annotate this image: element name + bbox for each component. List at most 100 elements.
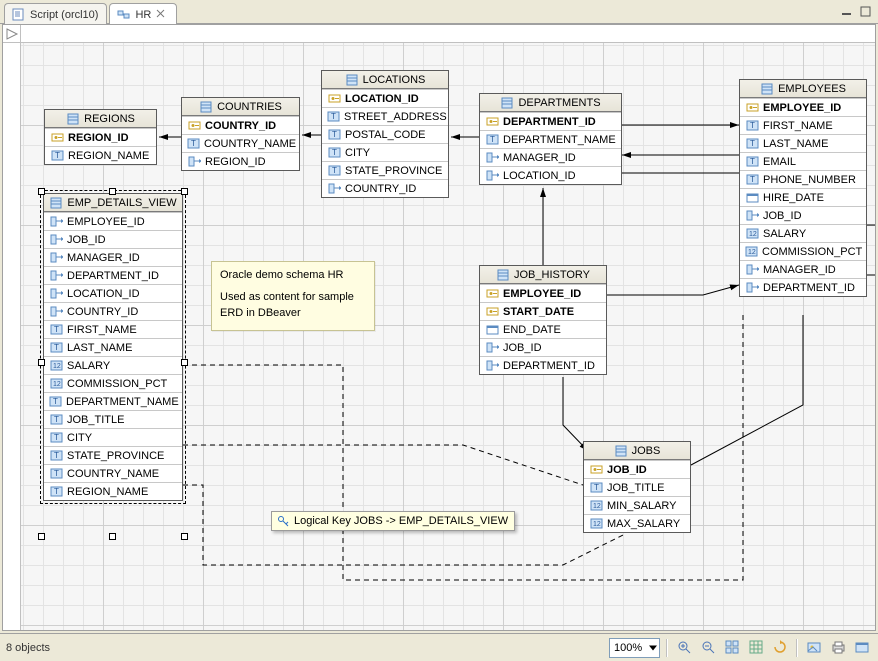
- resize-handle[interactable]: [181, 533, 188, 540]
- entity-countries[interactable]: COUNTRIES COUNTRY_IDTCOUNTRY_NAMEREGION_I…: [181, 97, 300, 171]
- column-name: JOB_ID: [67, 234, 106, 246]
- column-row[interactable]: TSTREET_ADDRESS: [322, 107, 448, 125]
- column-row[interactable]: JOB_ID: [740, 206, 866, 224]
- column-row[interactable]: LOCATION_ID: [480, 166, 621, 184]
- column-row[interactable]: EMPLOYEE_ID: [740, 98, 866, 116]
- column-row[interactable]: 12SALARY: [44, 356, 182, 374]
- entity-jobs[interactable]: JOBSJOB_IDTJOB_TITLE12MIN_SALARY12MAX_SA…: [583, 441, 691, 533]
- column-row[interactable]: HIRE_DATE: [740, 188, 866, 206]
- column-row[interactable]: END_DATE: [480, 320, 606, 338]
- entity-header[interactable]: LOCATIONS: [322, 71, 448, 89]
- entity-regions[interactable]: REGIONSREGION_IDTREGION_NAME: [44, 109, 157, 165]
- column-row[interactable]: REGION_ID: [45, 128, 156, 146]
- print-button[interactable]: [828, 638, 848, 658]
- column-type-icon: T: [327, 146, 341, 160]
- column-row[interactable]: DEPARTMENT_ID: [480, 356, 606, 374]
- column-row[interactable]: COUNTRY_ID: [322, 179, 448, 197]
- entity-header[interactable]: EMP_DETAILS_VIEW: [44, 194, 182, 212]
- column-row[interactable]: TPOSTAL_CODE: [322, 125, 448, 143]
- zoom-select[interactable]: 100%: [609, 638, 660, 658]
- entity-departments[interactable]: DEPARTMENTSDEPARTMENT_IDTDEPARTMENT_NAME…: [479, 93, 622, 185]
- auto-layout-button[interactable]: [722, 638, 742, 658]
- column-row[interactable]: LOCATION_ID: [322, 89, 448, 107]
- column-row[interactable]: 12SALARY: [740, 224, 866, 242]
- tab-close-button[interactable]: [156, 9, 168, 21]
- refresh-button[interactable]: [770, 638, 790, 658]
- column-row[interactable]: DEPARTMENT_ID: [740, 278, 866, 296]
- entity-employees[interactable]: EMPLOYEESEMPLOYEE_IDTFIRST_NAMETLAST_NAM…: [739, 79, 867, 297]
- maximize-view-button[interactable]: [857, 3, 874, 20]
- column-row[interactable]: TEMAIL: [740, 152, 866, 170]
- column-row[interactable]: TCITY: [44, 428, 182, 446]
- script-icon: [11, 8, 25, 22]
- column-row[interactable]: TREGION_NAME: [44, 482, 182, 500]
- zoom-in-button[interactable]: [674, 638, 694, 658]
- column-row[interactable]: COUNTRY_ID: [44, 302, 182, 320]
- column-row[interactable]: TDEPARTMENT_NAME: [480, 130, 621, 148]
- column-row[interactable]: TCOUNTRY_NAME: [182, 134, 299, 152]
- column-row[interactable]: MANAGER_ID: [740, 260, 866, 278]
- column-row[interactable]: JOB_ID: [44, 230, 182, 248]
- column-row[interactable]: EMPLOYEE_ID: [44, 212, 182, 230]
- svg-text:T: T: [332, 130, 337, 139]
- resize-handle[interactable]: [38, 359, 45, 366]
- column-name: SALARY: [763, 228, 806, 240]
- column-row[interactable]: COUNTRY_ID: [182, 116, 299, 134]
- column-row[interactable]: START_DATE: [480, 302, 606, 320]
- zoom-out-button[interactable]: [698, 638, 718, 658]
- column-row[interactable]: DEPARTMENT_ID: [44, 266, 182, 284]
- entity-header[interactable]: EMPLOYEES: [740, 80, 866, 98]
- column-row[interactable]: TCOUNTRY_NAME: [44, 464, 182, 482]
- resize-handle[interactable]: [181, 188, 188, 195]
- column-row[interactable]: TFIRST_NAME: [44, 320, 182, 338]
- column-row[interactable]: TSTATE_PROVINCE: [44, 446, 182, 464]
- column-row[interactable]: 12MAX_SALARY: [584, 514, 690, 532]
- column-row[interactable]: MANAGER_ID: [44, 248, 182, 266]
- resize-handle[interactable]: [38, 533, 45, 540]
- column-row[interactable]: TSTATE_PROVINCE: [322, 161, 448, 179]
- column-name: COUNTRY_ID: [345, 183, 416, 195]
- resize-handle[interactable]: [109, 188, 116, 195]
- column-row[interactable]: TREGION_NAME: [45, 146, 156, 164]
- column-type-icon: [49, 233, 63, 247]
- resize-handle[interactable]: [181, 359, 188, 366]
- minimize-view-button[interactable]: [838, 3, 855, 20]
- column-row[interactable]: REGION_ID: [182, 152, 299, 170]
- entity-header[interactable]: DEPARTMENTS: [480, 94, 621, 112]
- column-row[interactable]: TDEPARTMENT_NAME: [44, 392, 182, 410]
- resize-handle[interactable]: [38, 188, 45, 195]
- column-row[interactable]: EMPLOYEE_ID: [480, 284, 606, 302]
- entity-emp-details-view[interactable]: EMP_DETAILS_VIEWEMPLOYEE_ID JOB_ID MANAGER…: [43, 193, 183, 501]
- tab-hr[interactable]: HR: [109, 3, 177, 24]
- table-icon: [614, 444, 628, 458]
- column-row[interactable]: JOB_ID: [480, 338, 606, 356]
- column-row[interactable]: DEPARTMENT_ID: [480, 112, 621, 130]
- column-row[interactable]: 12COMMISSION_PCT: [740, 242, 866, 260]
- entity-header[interactable]: JOB_HISTORY: [480, 266, 606, 284]
- column-row[interactable]: 12MIN_SALARY: [584, 496, 690, 514]
- resize-handle[interactable]: [109, 533, 116, 540]
- toggle-grid-button[interactable]: [746, 638, 766, 658]
- entity-header[interactable]: COUNTRIES: [182, 98, 299, 116]
- column-row[interactable]: TJOB_TITLE: [44, 410, 182, 428]
- column-name: COMMISSION_PCT: [762, 246, 862, 258]
- column-row[interactable]: LOCATION_ID: [44, 284, 182, 302]
- column-row[interactable]: TCITY: [322, 143, 448, 161]
- column-row[interactable]: TFIRST_NAME: [740, 116, 866, 134]
- entity-header[interactable]: REGIONS: [45, 110, 156, 128]
- export-image-button[interactable]: [804, 638, 824, 658]
- entity-job-history[interactable]: JOB_HISTORYEMPLOYEE_IDSTART_DATEEND_DATE…: [479, 265, 607, 375]
- column-row[interactable]: TLAST_NAME: [740, 134, 866, 152]
- column-row[interactable]: TLAST_NAME: [44, 338, 182, 356]
- column-row[interactable]: TPHONE_NUMBER: [740, 170, 866, 188]
- diagram-canvas[interactable]: Oracle demo schema HR Used as content fo…: [2, 24, 876, 631]
- column-row[interactable]: 12COMMISSION_PCT: [44, 374, 182, 392]
- tab-script[interactable]: Script (orcl10): [4, 3, 107, 24]
- entity-locations[interactable]: LOCATIONSLOCATION_IDTSTREET_ADDRESSTPOST…: [321, 70, 449, 198]
- settings-button[interactable]: [852, 638, 872, 658]
- entity-header[interactable]: JOBS: [584, 442, 690, 460]
- column-row[interactable]: TJOB_TITLE: [584, 478, 690, 496]
- column-row[interactable]: MANAGER_ID: [480, 148, 621, 166]
- entity-title: COUNTRIES: [217, 101, 282, 113]
- column-row[interactable]: JOB_ID: [584, 460, 690, 478]
